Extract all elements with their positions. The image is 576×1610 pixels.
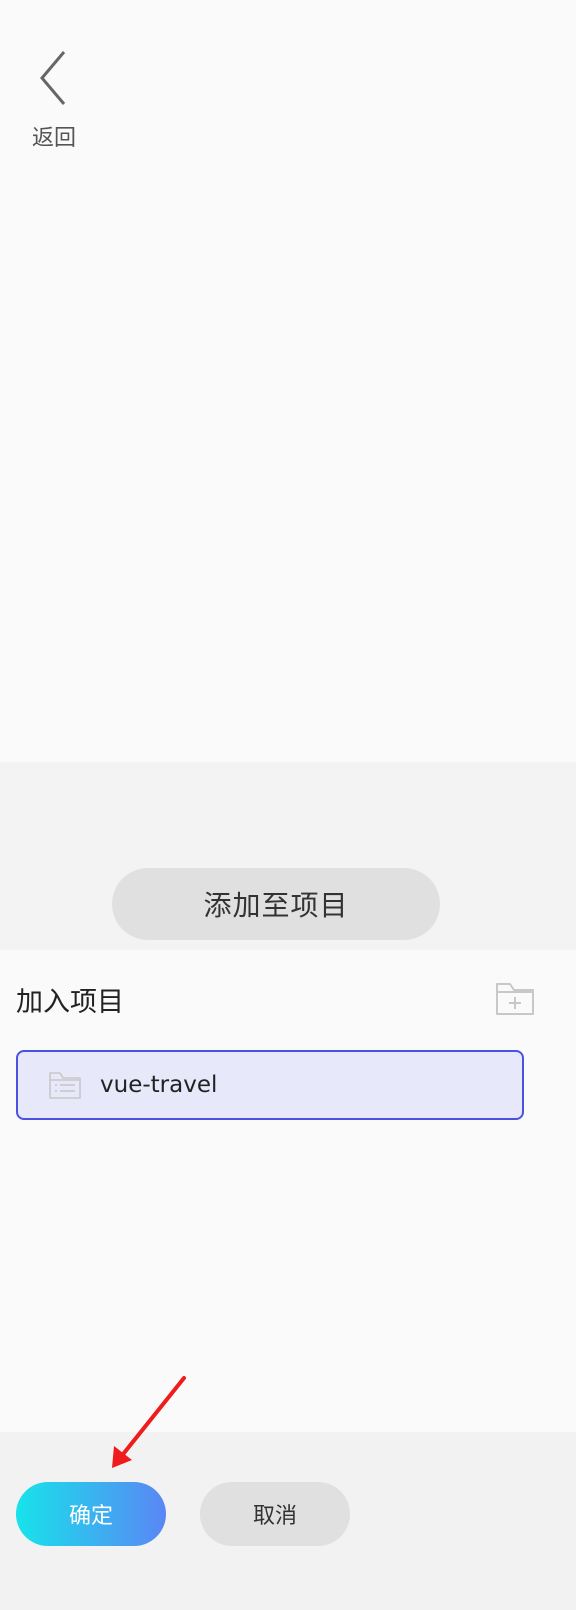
folder-list-icon	[49, 1072, 81, 1099]
back-label: 返回	[32, 126, 77, 151]
add-to-project-button[interactable]: 添加至项目	[112, 868, 440, 940]
confirm-button[interactable]: 确定	[16, 1482, 166, 1546]
back-button[interactable]: 返回	[28, 42, 88, 152]
folder-plus-icon[interactable]	[494, 978, 536, 1018]
cancel-button[interactable]: 取消	[200, 1482, 350, 1546]
section-title: 加入项目	[16, 987, 124, 1018]
page: 返回 添加至项目 加入项目 vue-travel 确定 取消	[0, 0, 576, 1610]
project-item[interactable]: vue-travel	[16, 1050, 524, 1120]
annotation-arrow-icon	[112, 1376, 186, 1468]
chevron-left-icon	[40, 51, 66, 105]
project-name: vue-travel	[100, 1072, 218, 1098]
